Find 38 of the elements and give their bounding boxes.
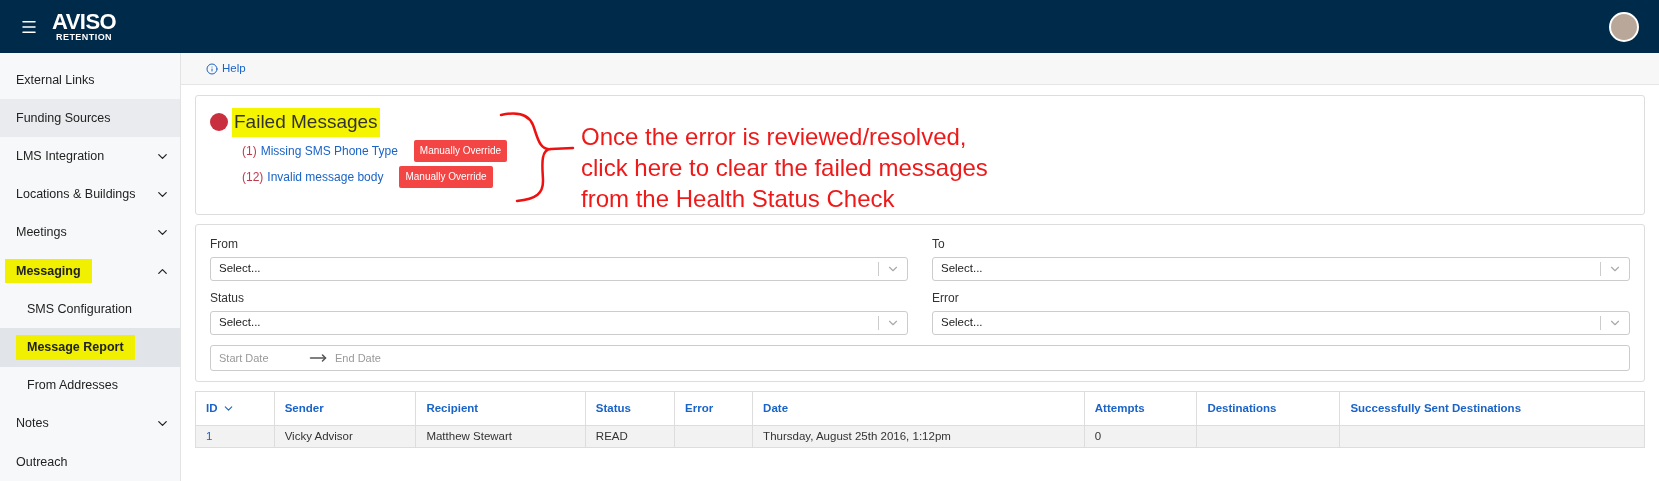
field-label: From — [210, 236, 239, 253]
error-count: (1) — [242, 142, 257, 160]
sidebar-item[interactable]: Funding Sources — [0, 99, 180, 138]
sidebar-item[interactable]: LMS Integration — [0, 137, 180, 176]
info-icon — [206, 62, 218, 75]
field-label: Error — [932, 290, 960, 307]
error-link[interactable]: Missing SMS Phone Type — [260, 141, 398, 160]
sidebar-item[interactable]: Locations & Buildings — [0, 175, 180, 214]
override-button[interactable]: Manually Override — [399, 165, 493, 188]
sidebar-item[interactable]: Outreach — [0, 442, 180, 481]
table-cell: 0 — [1084, 425, 1197, 448]
sidebar-item[interactable]: Notes — [0, 404, 180, 443]
select-field[interactable]: Select... — [210, 257, 908, 281]
sidebar-item[interactable]: SMS Configuration — [0, 290, 180, 329]
table-cell: 1 — [195, 425, 275, 448]
logo-subtext: RETENTION — [56, 33, 113, 42]
field-label: Status — [210, 290, 246, 307]
select-field[interactable]: Select... — [210, 311, 908, 335]
table-cell: Thursday, August 25th 2016, 1:12pm — [752, 425, 1085, 448]
override-button[interactable]: Manually Override — [413, 139, 507, 162]
error-link[interactable]: Invalid message body — [267, 167, 384, 186]
sidebar-item[interactable]: From Addresses — [0, 366, 180, 405]
logo-text: AVISO — [52, 11, 117, 33]
avatar[interactable] — [1609, 11, 1639, 42]
sidebar-item[interactable]: Meetings — [0, 213, 180, 252]
error-count: (12) — [242, 168, 264, 186]
select-field[interactable]: Select... — [932, 257, 1630, 281]
sidebar-item[interactable]: External Links — [0, 61, 180, 100]
help-link[interactable]: Help — [206, 59, 246, 78]
table-cell: Vicky Advisor — [274, 425, 416, 448]
annotation-text: Once the error is reviewed/resolved, click here to clear the failed messages from the Health Status Check — [581, 122, 988, 214]
card-title: Failed Messages — [232, 108, 380, 137]
table-cell: READ — [585, 425, 675, 448]
field-label: To — [932, 236, 946, 253]
select-field[interactable]: Select... — [932, 311, 1630, 335]
sidebar-item[interactable]: Message Report — [0, 328, 180, 367]
sidebar-item[interactable]: Messaging — [0, 251, 180, 291]
table-cell: Matthew Stewart — [415, 425, 586, 448]
